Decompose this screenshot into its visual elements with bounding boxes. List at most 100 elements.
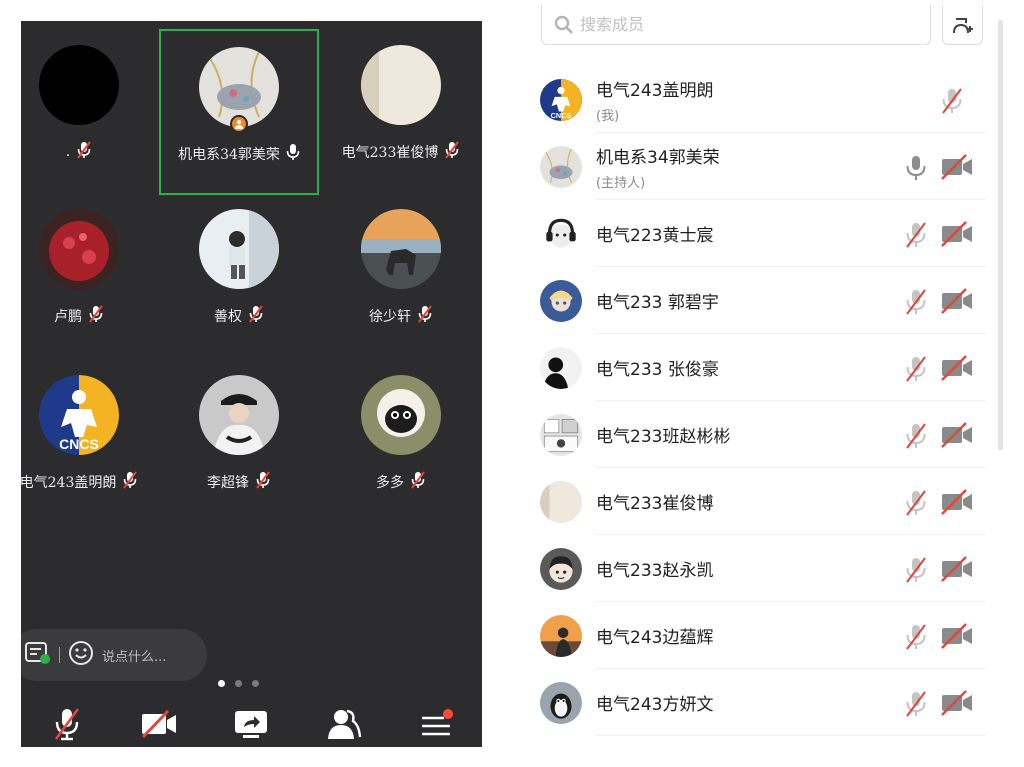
participant-avatar xyxy=(361,45,441,125)
mic-muted-icon xyxy=(444,141,460,163)
participant-avatar xyxy=(361,209,441,289)
participant-avatar xyxy=(199,375,279,455)
mic-muted-icon xyxy=(122,471,138,493)
member-text: 电气233崔俊博 xyxy=(596,468,713,535)
camera-off-icon[interactable] xyxy=(940,287,974,315)
page-dot-2[interactable] xyxy=(235,680,242,687)
svg-text:CNCS: CNCS xyxy=(551,111,572,120)
member-row[interactable]: 机电系34郭美荣 (主持人) xyxy=(530,133,986,200)
camera-off-icon[interactable] xyxy=(940,421,974,449)
member-name: 电气233崔俊博 xyxy=(596,494,714,514)
mic-toggle-button[interactable] xyxy=(47,704,87,744)
page-dot-1[interactable] xyxy=(218,680,225,687)
member-avatar xyxy=(540,615,582,657)
mic-muted-icon[interactable] xyxy=(904,691,928,717)
video-tile[interactable]: 徐少轩 xyxy=(321,191,481,357)
page-dot-3[interactable] xyxy=(252,680,259,687)
member-role: (主持人) xyxy=(596,175,646,191)
participant-avatar xyxy=(39,209,119,289)
tile-name-row: 卢鹏 xyxy=(21,305,159,327)
member-row[interactable]: 电气233 郭碧宇 xyxy=(530,267,986,334)
member-name: 电气243边蕴辉 xyxy=(596,628,714,648)
member-avatar xyxy=(540,548,582,590)
video-tile[interactable]: 多多 xyxy=(321,357,481,523)
member-avatar: CNCS xyxy=(540,79,582,121)
camera-off-icon[interactable] xyxy=(940,488,974,516)
mic-muted-icon[interactable] xyxy=(904,356,928,382)
member-row[interactable]: 电气233赵永凯 xyxy=(530,535,986,602)
camera-toggle-button[interactable] xyxy=(139,704,179,744)
tile-name-row: 李超锋 xyxy=(159,471,319,493)
mic-muted-icon[interactable] xyxy=(904,222,928,248)
invite-member-button[interactable] xyxy=(942,5,983,45)
camera-off-icon[interactable] xyxy=(940,555,974,583)
member-text: 电气243盖明朗 (我) xyxy=(596,66,713,133)
share-screen-button[interactable] xyxy=(231,704,271,744)
mic-muted-icon[interactable] xyxy=(904,624,928,650)
tile-name-row: 电气233崔俊博 xyxy=(321,141,481,163)
video-tile[interactable]: 李超锋 xyxy=(159,357,319,523)
camera-off-icon[interactable] xyxy=(940,689,974,717)
member-name: 电气243盖明朗 xyxy=(596,80,714,101)
member-text: 机电系34郭美荣 (主持人) xyxy=(596,133,720,200)
member-row[interactable]: 电气243方妍文 xyxy=(530,669,986,736)
member-name: 电气233赵永凯 xyxy=(596,561,714,581)
member-row[interactable]: 电气233班赵彬彬 xyxy=(530,401,986,468)
member-search[interactable] xyxy=(541,5,931,45)
camera-off-icon xyxy=(142,709,177,739)
video-tile[interactable]: 机电系34郭美荣 xyxy=(159,29,319,195)
mic-muted-icon xyxy=(417,305,433,327)
member-list-scrollbar[interactable] xyxy=(998,20,1003,450)
member-text: 电气233班赵彬彬 xyxy=(596,401,730,468)
mic-muted-icon[interactable] xyxy=(904,289,928,315)
participant-avatar xyxy=(199,209,279,289)
member-avatar xyxy=(540,213,582,255)
page-indicator xyxy=(218,680,259,687)
camera-off-icon[interactable] xyxy=(940,622,974,650)
mic-muted-icon[interactable] xyxy=(904,423,928,449)
tile-name-row: 徐少轩 xyxy=(321,305,481,327)
member-text: 电气223黄士宸 xyxy=(596,200,713,267)
camera-off-icon[interactable] xyxy=(940,354,974,382)
members-button[interactable] xyxy=(324,704,364,744)
more-menu-icon xyxy=(421,709,453,736)
video-tile[interactable]: CNCS 电气243盖明朗 xyxy=(21,357,159,523)
search-input[interactable] xyxy=(580,15,880,34)
participant-avatar: CNCS xyxy=(39,375,119,455)
member-row[interactable]: CNCS 电气243盖明朗 (我) xyxy=(530,66,986,133)
member-row[interactable]: 电气233崔俊博 xyxy=(530,468,986,535)
emoji-icon[interactable] xyxy=(68,640,94,670)
mic-muted-icon[interactable] xyxy=(904,557,928,583)
tile-name-row: 善权 xyxy=(159,305,319,327)
add-user-icon xyxy=(952,17,973,33)
more-menu-button[interactable] xyxy=(416,704,456,744)
member-row[interactable]: 电气223黄士宸 xyxy=(530,200,986,267)
video-tile[interactable]: 卢鹏 xyxy=(21,191,159,357)
mic-muted-icon xyxy=(255,471,271,493)
participant-name: 卢鹏 xyxy=(54,309,82,325)
mic-on-icon[interactable] xyxy=(904,155,928,180)
member-text: 电气233赵永凯 xyxy=(596,535,713,602)
member-name: 机电系34郭美荣 xyxy=(596,147,720,168)
video-tile[interactable]: . xyxy=(21,27,159,193)
camera-off-icon[interactable] xyxy=(940,153,974,181)
row-divider xyxy=(596,735,986,736)
chat-input-pill[interactable]: 说点什么... xyxy=(21,629,207,681)
mic-muted-icon[interactable] xyxy=(904,490,928,516)
video-tile[interactable]: 电气233崔俊博 xyxy=(321,27,481,193)
member-avatar xyxy=(540,682,582,724)
member-text: 电气233 郭碧宇 xyxy=(596,267,719,334)
video-tile[interactable]: 善权 xyxy=(159,191,319,357)
mic-muted-icon[interactable] xyxy=(940,88,964,114)
chat-icon[interactable] xyxy=(25,641,51,669)
member-text: 电气243方妍文 xyxy=(596,669,713,736)
members-icon xyxy=(327,709,361,739)
mic-muted-icon xyxy=(55,708,80,741)
participant-name: . xyxy=(65,144,71,160)
chat-placeholder[interactable]: 说点什么... xyxy=(102,646,166,665)
member-row[interactable]: 电气233 张俊豪 xyxy=(530,334,986,401)
mic-muted-icon xyxy=(248,305,264,327)
participant-name: 李超锋 xyxy=(207,475,249,491)
member-row[interactable]: 电气243边蕴辉 xyxy=(530,602,986,669)
camera-off-icon[interactable] xyxy=(940,220,974,248)
